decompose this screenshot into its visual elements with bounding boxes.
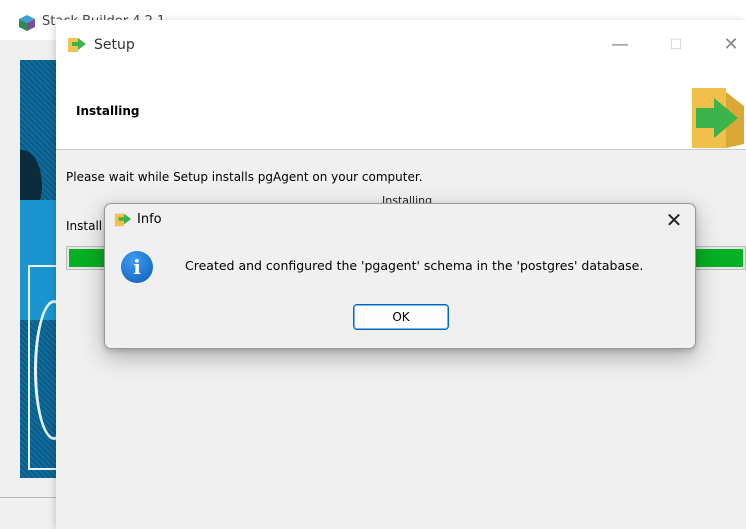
setup-heading: Installing xyxy=(76,104,140,118)
setup-titlebar[interactable]: Setup — ☐ ✕ xyxy=(56,20,746,70)
setup-header: Installing xyxy=(56,70,746,150)
stack-builder-logo-icon xyxy=(19,15,35,31)
setup-app-icon xyxy=(68,38,86,52)
minimize-icon[interactable]: — xyxy=(600,30,640,60)
dialog-title: Info xyxy=(137,212,162,227)
setup-body-text: Please wait while Setup installs pgAgent… xyxy=(66,170,423,184)
setup-arrow-icon xyxy=(692,88,744,148)
dialog-message: Created and configured the 'pgagent' sch… xyxy=(185,258,644,273)
stack-builder-separator xyxy=(0,497,56,498)
installing-label: Installing xyxy=(382,194,433,203)
install-label: Install xyxy=(66,219,103,233)
dialog-titlebar[interactable]: Info ✕ xyxy=(105,204,695,238)
maximize-icon[interactable]: ☐ xyxy=(656,30,696,60)
info-icon: i xyxy=(121,251,153,283)
ok-button[interactable]: OK xyxy=(353,304,449,330)
close-icon[interactable]: ✕ xyxy=(711,30,746,60)
close-icon[interactable]: ✕ xyxy=(657,206,691,234)
stack-builder-side-graphic xyxy=(20,60,56,478)
info-dialog: Info ✕ i Created and configured the 'pga… xyxy=(104,203,696,349)
setup-title: Setup xyxy=(94,37,135,53)
dialog-app-icon xyxy=(114,213,132,227)
